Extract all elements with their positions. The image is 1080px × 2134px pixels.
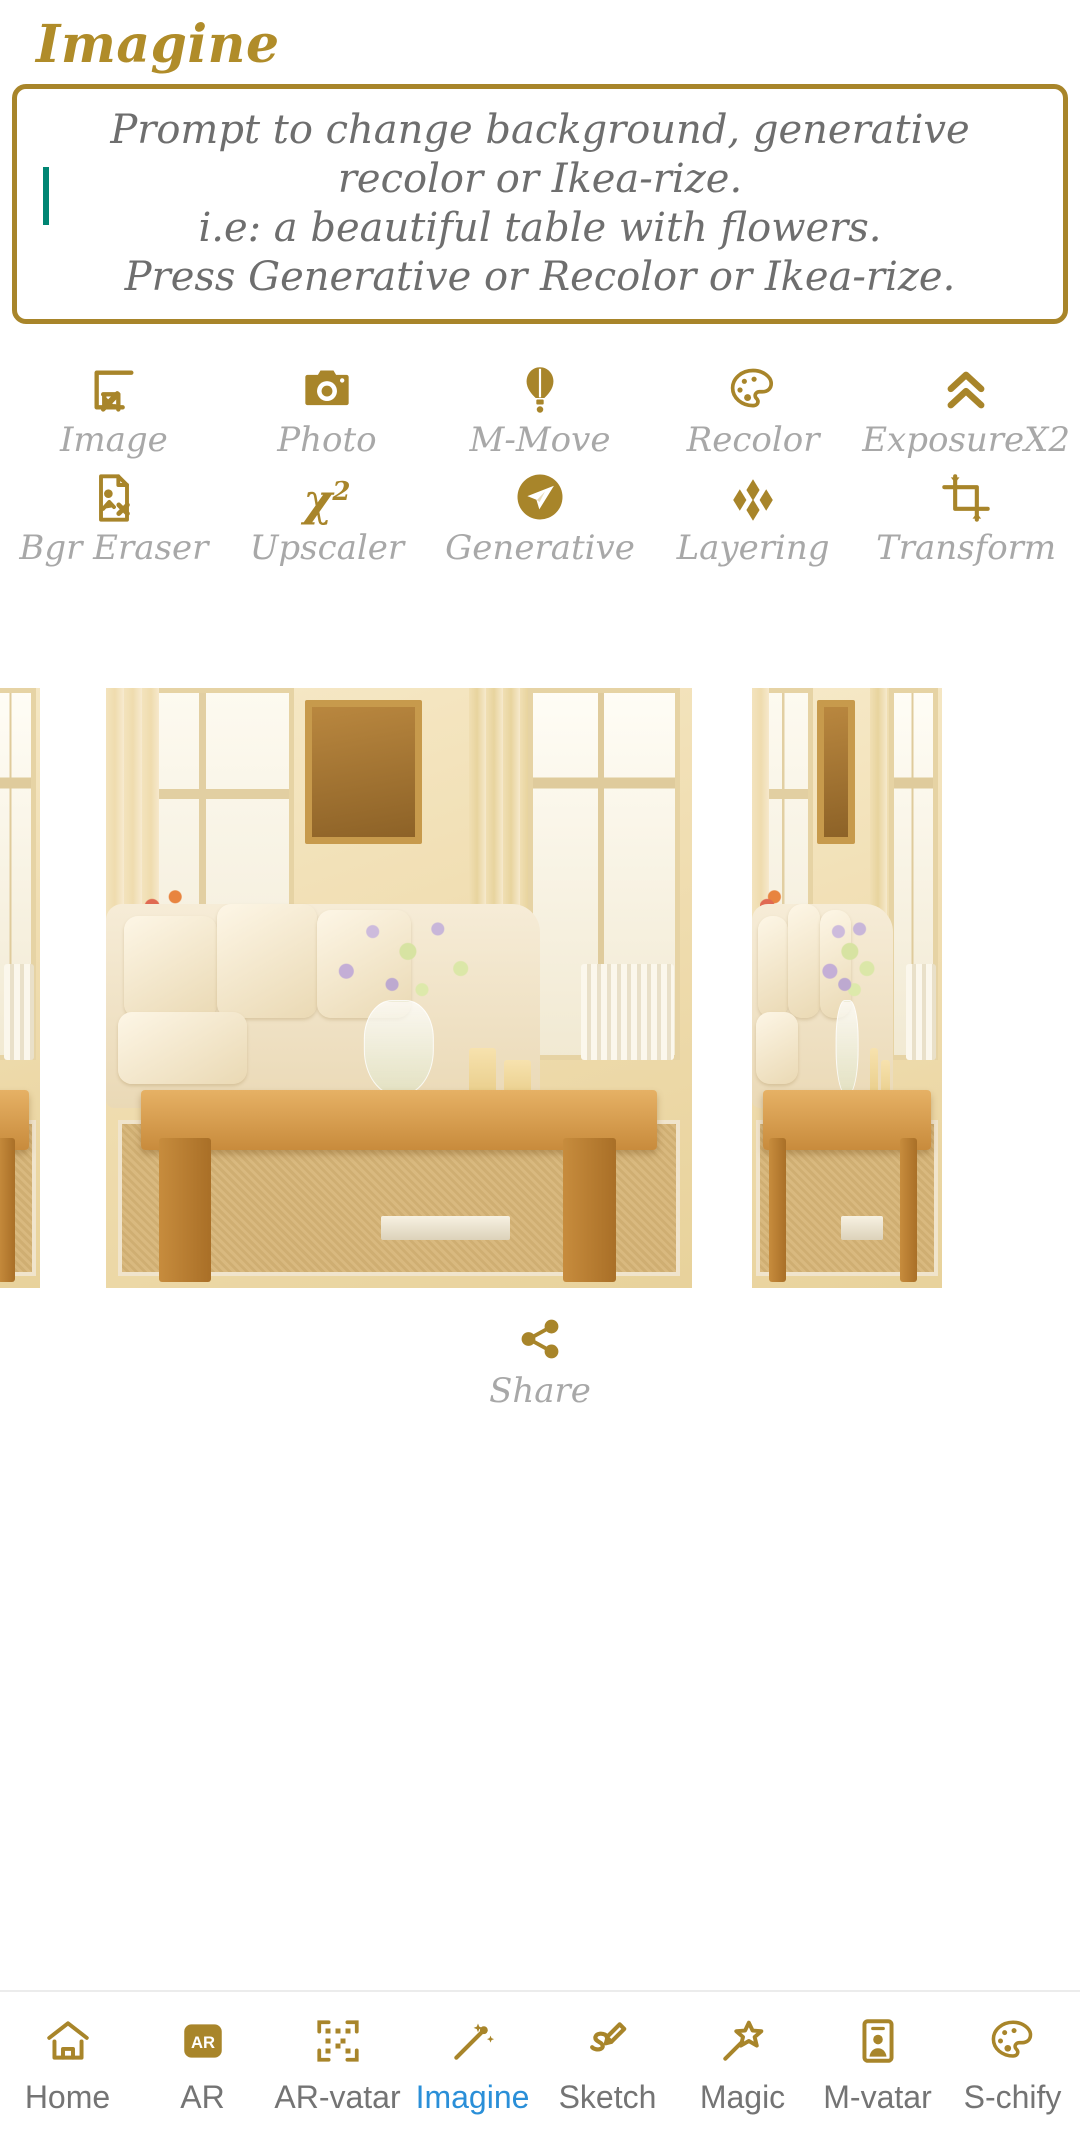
tool-image[interactable]: Image (10, 360, 218, 460)
room-artwork (106, 688, 692, 1288)
tool-generative[interactable]: Generative (436, 468, 644, 568)
hot-air-balloon-icon (514, 360, 566, 416)
tool-label: ExposureX2 (862, 420, 1071, 460)
tool-row-2: Bgr Eraser χ2 Upscaler Generative Layeri… (10, 468, 1070, 568)
nav-item-sketch[interactable]: Sketch (540, 2011, 675, 2116)
home-icon (43, 2011, 93, 2071)
palette-icon (727, 360, 779, 416)
nav-item-magic[interactable]: Magic (675, 2011, 810, 2116)
diamonds-icon (729, 468, 777, 524)
qr-code-icon (313, 2011, 363, 2071)
nav-label: Imagine (415, 2078, 530, 2115)
tool-label: Layering (676, 528, 830, 568)
palette-icon (988, 2011, 1038, 2071)
nav-item-imagine[interactable]: Imagine (405, 2011, 540, 2116)
tool-recolor[interactable]: Recolor (649, 360, 857, 460)
tool-photo[interactable]: Photo (223, 360, 431, 460)
prompt-input[interactable]: Prompt to change background, generative … (12, 84, 1068, 324)
nav-item-ar[interactable]: AR AR (135, 2011, 270, 2116)
exponent: 2 (332, 477, 351, 508)
nav-label: Sketch (558, 2078, 657, 2115)
app-header: Imagine (0, 0, 1080, 78)
prompt-placeholder: Prompt to change background, generative … (110, 107, 970, 300)
id-card-person-icon (853, 2011, 903, 2071)
document-remove-icon (88, 468, 140, 524)
tool-label: Photo (277, 420, 377, 460)
tool-label: Image (59, 420, 168, 460)
nav-label: AR (180, 2078, 225, 2115)
share-nodes-icon (517, 1316, 563, 1367)
room-artwork (0, 688, 40, 1288)
tool-label: Transform (876, 528, 1057, 568)
nav-item-m-vatar[interactable]: M-vatar (810, 2011, 945, 2116)
tool-exposurex2[interactable]: ExposureX2 (862, 360, 1070, 460)
camera-icon (301, 360, 353, 416)
magic-star-wand-icon (718, 2011, 768, 2071)
paper-plane-icon (513, 468, 567, 524)
carousel-slide-active[interactable] (106, 688, 692, 1288)
image-import-icon (88, 360, 140, 416)
bottom-navigation: Home AR AR AR-vatar Imagine Sketch Magic… (0, 1990, 1080, 2134)
page-title: Imagine (36, 13, 280, 75)
pencil-sketch-icon (583, 2011, 633, 2071)
tool-layering[interactable]: Layering (649, 468, 857, 568)
carousel-slide-next[interactable] (752, 688, 942, 1288)
tool-bgr-eraser[interactable]: Bgr Eraser (10, 468, 218, 568)
tool-label: M-Move (469, 420, 611, 460)
tool-transform[interactable]: Transform (862, 468, 1070, 568)
tool-row-1: Image Photo M-Move Recolor ExposureX2 (10, 360, 1070, 460)
tool-label: Bgr Eraser (19, 528, 209, 568)
nav-label: AR-vatar (274, 2078, 401, 2115)
magic-wand-sparkle-icon (448, 2011, 498, 2071)
image-carousel[interactable] (0, 688, 1080, 1288)
svg-text:AR: AR (190, 2033, 214, 2052)
crop-transform-icon (940, 468, 992, 524)
nav-label: M-vatar (823, 2078, 932, 2115)
share-button[interactable]: Share (0, 1316, 1080, 1411)
nav-label: Home (24, 2078, 111, 2115)
share-label: Share (489, 1371, 591, 1411)
tool-label: Generative (445, 528, 635, 568)
x-squared-icon: χ2 (303, 468, 350, 524)
text-caret (43, 167, 49, 225)
room-artwork (752, 688, 942, 1288)
tool-upscaler[interactable]: χ2 Upscaler (223, 468, 431, 568)
nav-item-s-chify[interactable]: S-chify (945, 2011, 1080, 2116)
tool-label: Upscaler (249, 528, 405, 568)
x-squared-glyph: χ2 (303, 476, 351, 527)
tool-grid: Image Photo M-Move Recolor ExposureX2 Bg… (0, 360, 1080, 576)
tool-label: Recolor (686, 420, 820, 460)
nav-item-home[interactable]: Home (0, 2011, 135, 2116)
nav-label: Magic (699, 2078, 786, 2115)
nav-item-ar-vatar[interactable]: AR-vatar (270, 2011, 405, 2116)
tool-m-move[interactable]: M-Move (436, 360, 644, 460)
nav-label: S-chify (963, 2078, 1062, 2115)
double-chevron-up-icon (940, 360, 992, 416)
carousel-slide-previous[interactable] (0, 688, 40, 1288)
ar-badge-icon: AR (178, 2011, 228, 2071)
imagine-screen: Imagine Prompt to change background, gen… (0, 0, 1080, 2134)
